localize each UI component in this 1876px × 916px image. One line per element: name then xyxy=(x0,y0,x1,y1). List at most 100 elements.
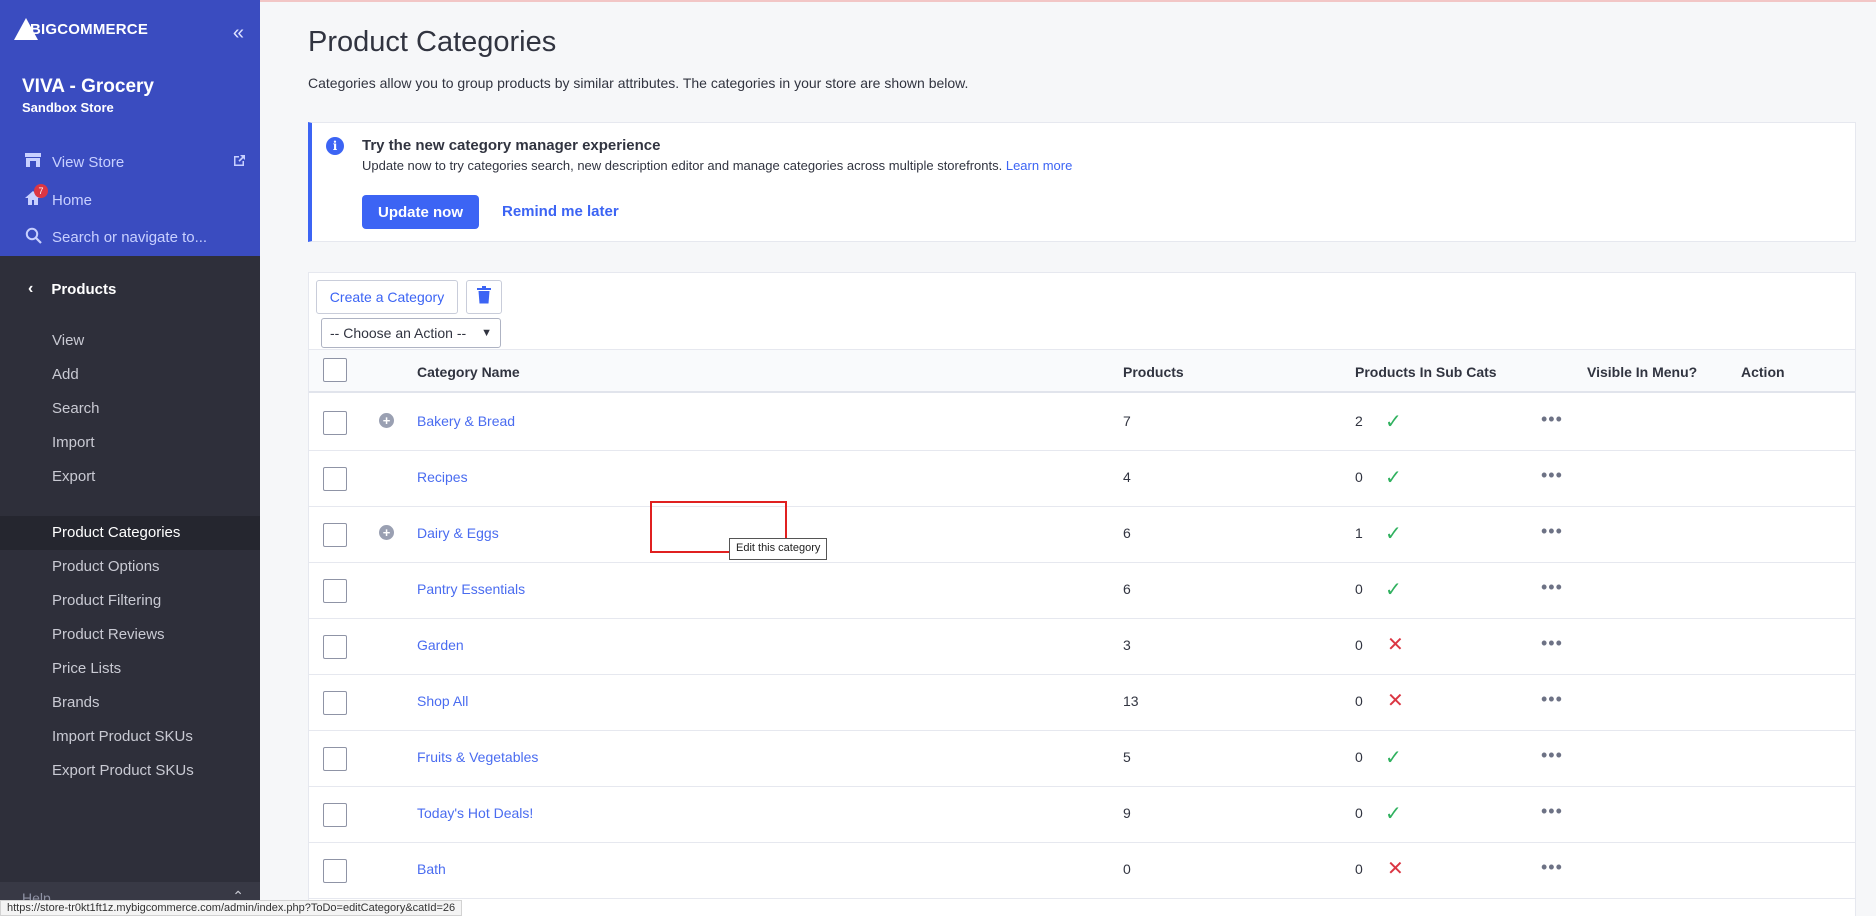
row-checkbox[interactable] xyxy=(323,859,347,883)
search-navigate-input[interactable]: Search or navigate to... xyxy=(22,227,246,248)
subcat-products-count: 0 xyxy=(1355,693,1363,709)
table-row: Recipes 4 0 ✓ ••• xyxy=(309,451,1855,507)
not-visible-cross-icon[interactable]: ✕ xyxy=(1387,912,1404,916)
status-bar-url: https://store-tr0kt1ft1z.mybigcommerce.c… xyxy=(0,900,463,916)
subcat-products-count: 2 xyxy=(1355,413,1363,429)
table-row: Today's Hot Deals! 9 0 ✓ ••• xyxy=(309,787,1855,843)
header-visible-in-menu[interactable]: Visible In Menu? xyxy=(1587,364,1697,380)
products-section-back[interactable]: ‹ Products xyxy=(28,280,116,298)
page-description: Categories allow you to group products b… xyxy=(308,75,969,91)
table-row: 50✕••• xyxy=(309,899,1855,916)
products-count: 13 xyxy=(1123,693,1139,709)
sidebar-item-brands[interactable]: Brands xyxy=(52,694,100,711)
bigcommerce-logo[interactable]: BIGCOMMERCE xyxy=(14,18,148,40)
sidebar-item-export-skus[interactable]: Export Product SKUs xyxy=(52,762,194,779)
trash-icon xyxy=(477,285,491,309)
chevron-down-icon: ▼ xyxy=(481,327,492,339)
expand-icon[interactable]: + xyxy=(379,413,394,428)
home-link[interactable]: 7 Home xyxy=(22,184,246,210)
banner-title: Try the new category manager experience xyxy=(362,137,661,154)
row-checkbox[interactable] xyxy=(323,411,347,435)
header-products[interactable]: Products xyxy=(1123,364,1184,380)
visible-check-icon[interactable]: ✓ xyxy=(1385,521,1402,546)
collapse-sidebar-icon[interactable]: « xyxy=(233,22,244,45)
visible-check-icon[interactable]: ✓ xyxy=(1385,465,1402,490)
subcat-products-count: 0 xyxy=(1355,469,1363,485)
category-name-link[interactable]: Fruits & Vegetables xyxy=(417,749,538,765)
category-name-link[interactable]: Bakery & Bread xyxy=(417,413,515,429)
sidebar-item-import[interactable]: Import xyxy=(52,434,95,451)
visible-check-icon[interactable]: ✓ xyxy=(1385,745,1402,770)
delete-button[interactable] xyxy=(466,280,502,314)
category-name-link[interactable]: Recipes xyxy=(417,469,468,485)
visible-check-icon[interactable]: ✓ xyxy=(1385,577,1402,602)
table-row: Fruits & Vegetables 5 0 ✓ ••• xyxy=(309,731,1855,787)
create-category-button[interactable]: Create a Category xyxy=(316,280,458,314)
header-products-sub-cats[interactable]: Products In Sub Cats xyxy=(1355,364,1497,380)
not-visible-cross-icon[interactable]: ✕ xyxy=(1387,688,1404,713)
not-visible-cross-icon[interactable]: ✕ xyxy=(1387,632,1404,657)
row-checkbox[interactable] xyxy=(323,579,347,603)
row-checkbox[interactable] xyxy=(323,747,347,771)
category-name-link[interactable]: Garden xyxy=(417,637,464,653)
tooltip: Edit this category xyxy=(729,538,828,560)
view-store-link[interactable]: View Store xyxy=(22,152,246,172)
view-store-label: View Store xyxy=(52,153,125,171)
more-actions-icon[interactable]: ••• xyxy=(1541,801,1563,822)
more-actions-icon[interactable]: ••• xyxy=(1541,521,1563,542)
row-checkbox[interactable] xyxy=(323,635,347,659)
more-actions-icon[interactable]: ••• xyxy=(1541,857,1563,878)
row-checkbox[interactable] xyxy=(323,523,347,547)
products-count: 5 xyxy=(1123,749,1131,765)
sidebar-item-product-reviews[interactable]: Product Reviews xyxy=(52,626,165,643)
logo-text: BIGCOMMERCE xyxy=(30,20,149,38)
choose-action-value: -- Choose an Action -- xyxy=(330,325,467,341)
category-name-link[interactable]: Dairy & Eggs xyxy=(417,525,499,541)
not-visible-cross-icon[interactable]: ✕ xyxy=(1387,856,1404,881)
sidebar-item-price-lists[interactable]: Price Lists xyxy=(52,660,121,677)
sidebar-item-product-options[interactable]: Product Options xyxy=(52,558,160,575)
home-label: Home xyxy=(52,191,93,209)
update-now-button[interactable]: Update now xyxy=(362,195,479,229)
category-name-link[interactable]: Pantry Essentials xyxy=(417,581,525,597)
sidebar-item-import-skus[interactable]: Import Product SKUs xyxy=(52,728,193,745)
more-actions-icon[interactable]: ••• xyxy=(1541,633,1563,654)
products-count: 9 xyxy=(1123,805,1131,821)
learn-more-link[interactable]: Learn more xyxy=(1006,158,1072,173)
sidebar-item-search[interactable]: Search xyxy=(52,400,100,417)
more-actions-icon[interactable]: ••• xyxy=(1541,577,1563,598)
select-all-checkbox[interactable] xyxy=(323,358,347,382)
visible-check-icon[interactable]: ✓ xyxy=(1385,409,1402,434)
more-actions-icon[interactable]: ••• xyxy=(1541,465,1563,486)
row-checkbox[interactable] xyxy=(323,467,347,491)
products-count: 6 xyxy=(1123,581,1131,597)
subcat-products-count: 0 xyxy=(1355,805,1363,821)
more-actions-icon[interactable]: ••• xyxy=(1541,689,1563,710)
expand-icon[interactable]: + xyxy=(379,525,394,540)
table-row: + Dairy & Eggs 6 1 ✓ ••• xyxy=(309,507,1855,563)
store-type: Sandbox Store xyxy=(22,100,114,115)
remind-me-later-button[interactable]: Remind me later xyxy=(502,203,619,220)
search-placeholder: Search or navigate to... xyxy=(52,229,208,246)
subcat-products-count: 0 xyxy=(1355,637,1363,653)
subcat-products-count: 0 xyxy=(1355,581,1363,597)
category-name-link[interactable]: Today's Hot Deals! xyxy=(417,805,533,821)
header-category-name[interactable]: Category Name xyxy=(417,364,520,380)
more-actions-icon[interactable]: ••• xyxy=(1541,409,1563,430)
products-count: 0 xyxy=(1123,861,1131,877)
row-checkbox[interactable] xyxy=(323,691,347,715)
sidebar-item-add[interactable]: Add xyxy=(52,366,79,383)
sidebar-item-product-categories[interactable]: Product Categories xyxy=(52,524,180,541)
products-count: 6 xyxy=(1123,525,1131,541)
more-actions-icon[interactable]: ••• xyxy=(1541,745,1563,766)
banner-text-body: Update now to try categories search, new… xyxy=(362,158,1003,173)
visible-check-icon[interactable]: ✓ xyxy=(1385,801,1402,826)
sidebar-item-view[interactable]: View xyxy=(52,332,84,349)
notification-badge: 7 xyxy=(34,184,48,198)
sidebar-item-product-filtering[interactable]: Product Filtering xyxy=(52,592,161,609)
category-name-link[interactable]: Shop All xyxy=(417,693,468,709)
choose-action-select[interactable]: -- Choose an Action -- ▼ xyxy=(321,318,501,348)
row-checkbox[interactable] xyxy=(323,803,347,827)
sidebar-item-export[interactable]: Export xyxy=(52,468,95,485)
category-name-link[interactable]: Bath xyxy=(417,861,446,877)
